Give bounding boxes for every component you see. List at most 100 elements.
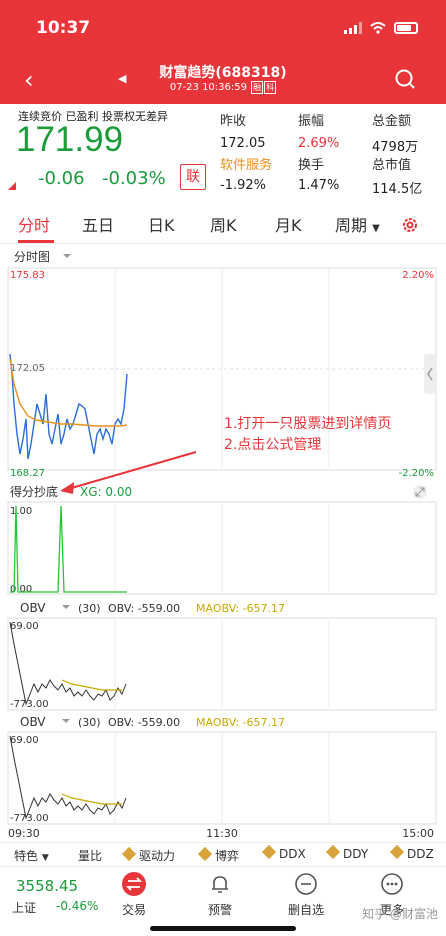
active-tab-indicator (18, 240, 54, 243)
chart-subtitle[interactable]: 分时图 (14, 250, 50, 264)
drive-label: 驱动力 (139, 849, 176, 863)
obv2-value: OBV: -559.00 (108, 716, 180, 729)
chart-area[interactable]: 分时图 175.83 172.05 168.27 2.20% -2.20% 1.… (0, 244, 446, 844)
indicator-tab-drive[interactable]: 驱动力 (121, 846, 176, 864)
time-start-label: 09:30 (8, 827, 40, 840)
amplitude-value: 2.69% (298, 136, 340, 151)
tab-weekly-k[interactable]: 周K (210, 212, 237, 236)
obv2-chevron-icon[interactable] (62, 719, 70, 723)
chevron-down-icon: ▼ (41, 853, 49, 863)
obv1-name[interactable]: OBV (20, 601, 46, 615)
indicator-tab-ddy[interactable]: DDY (325, 844, 369, 861)
signal-icon (344, 22, 362, 34)
tab-intraday[interactable]: 分时 (18, 212, 50, 236)
chevron-down-icon: ▼ (372, 223, 380, 234)
time-mid-label: 11:30 (206, 827, 238, 840)
linkage-button[interactable]: 联 (180, 164, 206, 190)
obv1-ma-line (61, 679, 122, 691)
watermark: 知乎 @财富池 (362, 907, 438, 921)
ddx-label: DDX (279, 847, 306, 861)
pct-max-label: 2.20% (402, 270, 434, 281)
time-end-label: 15:00 (402, 827, 434, 840)
stock-name: 财富趋势 (159, 65, 216, 81)
diamond-icon (389, 844, 405, 860)
featured-label: 特色 (14, 849, 39, 863)
indicator-name[interactable]: 得分抄底 (10, 484, 58, 499)
home-indicator[interactable] (150, 926, 296, 931)
annotation-arrowhead (60, 482, 74, 494)
status-time: 10:37 (36, 18, 91, 38)
chart-svg: 分时图 175.83 172.05 168.27 2.20% -2.20% 1.… (7, 250, 437, 840)
quote-datetime: 07-23 10:36:59 (169, 82, 247, 93)
price-max-label: 175.83 (10, 270, 45, 281)
indicator-xg-value: XG: 0.00 (80, 485, 132, 499)
nav-alert[interactable]: 预警 (190, 871, 250, 918)
game-label: 博弈 (215, 849, 240, 863)
search-icon[interactable] (394, 68, 416, 90)
indicator-tab-game[interactable]: 博弈 (197, 846, 240, 864)
market-cap-label: 总市值 (372, 158, 412, 173)
obv1-value: OBV: -559.00 (108, 602, 180, 615)
turnover-rate-label: 换手 (298, 158, 325, 173)
ddy-label: DDY (343, 847, 369, 861)
obv2-ma-line (61, 793, 122, 805)
quote-panel: 连续竞价 已盈利 投票权无差异 171.99 -0.06 -0.03% 联 昨收… (0, 104, 446, 204)
diamond-icon (325, 844, 341, 860)
status-icons (344, 22, 418, 34)
stock-subtitle: 07-23 10:36:59 融科 (0, 81, 446, 94)
obv1-bottom-label: -773.00 (10, 699, 49, 710)
ddz-label: DDZ (407, 847, 434, 861)
index-change-pct: -0.46% (56, 899, 99, 913)
more-icon (379, 871, 405, 897)
obv2-name[interactable]: OBV (20, 715, 46, 729)
indicator-tab-ddz[interactable]: DDZ (389, 844, 434, 861)
pct-min-label: -2.20% (399, 468, 434, 479)
indicator-tab-ddx[interactable]: DDX (261, 844, 306, 861)
index-name: 上证 (12, 901, 37, 915)
obv1-ma-value: MAOBV: -657.17 (196, 602, 285, 615)
obv1-chevron-icon[interactable] (62, 605, 70, 609)
turnover-rate-value: 1.47% (298, 178, 340, 193)
tab-daily-k[interactable]: 日K (148, 212, 175, 236)
annotation-line-1: 1.打开一只股票进到详情页 (224, 415, 391, 432)
indicator-tab-volume-ratio[interactable]: 量比 (78, 847, 102, 864)
obv2-line (9, 735, 127, 820)
indicator-tab-featured[interactable]: 特色 ▼ (14, 847, 49, 864)
indicator-bar: 特色 ▼ 量比 驱动力 博弈 DDX DDY DDZ (0, 842, 446, 866)
minus-circle-icon (293, 871, 319, 897)
price-change-pct: -0.03% (102, 168, 166, 189)
tab-monthly-k[interactable]: 月K (275, 212, 302, 236)
subtitle-chevron-icon[interactable] (63, 254, 71, 258)
price-change: -0.06 (38, 168, 85, 189)
side-drawer-handle[interactable] (424, 354, 436, 394)
indicator-bottom-label: 0.00 (10, 584, 32, 595)
wifi-icon (370, 22, 386, 34)
sector-label[interactable]: 软件服务 (220, 154, 272, 173)
expand-icon[interactable] (413, 485, 427, 499)
gear-icon[interactable] (400, 215, 420, 235)
stock-header: ‹ ◀ 财富趋势(688318) 07-23 10:36:59 融科 (0, 58, 446, 104)
obv2-ma-value: MAOBV: -657.17 (196, 716, 285, 729)
last-price: 171.99 (16, 120, 124, 159)
obv1-line (9, 621, 127, 706)
annotation-line-2: 2.点击公式管理 (224, 437, 321, 453)
nav-remove-watchlist[interactable]: 删自选 (276, 871, 336, 918)
corner-marker (8, 182, 16, 190)
index-value[interactable]: 3558.45 (16, 877, 78, 895)
tab-five-day[interactable]: 五日 (82, 212, 114, 236)
stock-code: (688318) (215, 65, 287, 81)
nav-alert-label: 预警 (207, 903, 232, 917)
market-cap-value: 114.5亿 (372, 182, 423, 197)
diamond-icon (121, 846, 137, 862)
nav-trade[interactable]: 交易 (104, 871, 164, 918)
nav-remove-label: 删自选 (287, 903, 324, 917)
tab-period[interactable]: 周期 ▼ (335, 212, 380, 236)
nav-trade-label: 交易 (121, 903, 146, 917)
prev-close-value: 172.05 (220, 136, 266, 151)
bell-icon (207, 871, 233, 897)
stock-title: 财富趋势(688318) (0, 62, 446, 82)
trade-icon (121, 871, 147, 897)
obv2-params: (30) (78, 716, 101, 729)
period-tabs: 分时 五日 日K 周K 月K 周期 ▼ (0, 204, 446, 244)
indicator-top-label: 1.00 (10, 506, 32, 517)
